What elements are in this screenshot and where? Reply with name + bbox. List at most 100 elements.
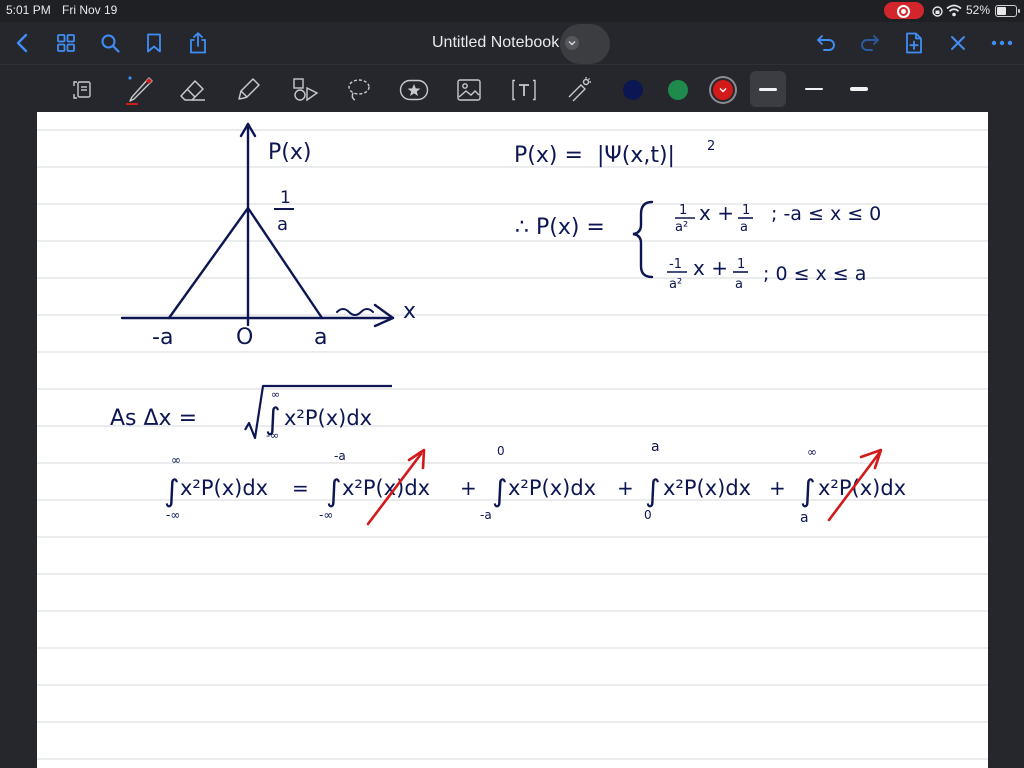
lasso-icon [348,79,370,101]
thickness-thin[interactable] [759,88,777,91]
case1-condition: ; -a ≤ x ≤ 0 [771,203,881,225]
eq1-exponent: 2 [707,139,715,154]
sticker-tool[interactable] [397,73,431,107]
svg-text:a²: a² [675,220,688,235]
svg-text:0: 0 [644,508,652,522]
graph-tick-neg-a: -a [152,325,173,350]
note-page[interactable]: P(x) x 1 a -a O a P(x) = |Ψ(x,t)| 2 ∴ P(… [37,112,988,768]
text-icon [512,79,536,101]
svg-text:-∞: -∞ [166,508,180,522]
orientation-lock-icon [932,6,943,17]
svg-text:x²P(x)dx: x²P(x)dx [818,476,906,500]
back-icon [16,33,28,53]
svg-text:-1: -1 [669,257,682,272]
svg-text:a: a [800,510,809,526]
record-icon [897,5,910,18]
svg-text:∞: ∞ [807,445,817,459]
graph-peak-denominator: a [277,214,288,235]
pen-icon [126,76,153,105]
svg-text:+: + [617,476,634,500]
add-page-button[interactable] [900,29,928,57]
laser-pointer-tool[interactable] [562,73,596,107]
bookmark-button[interactable] [140,29,168,57]
redo-button[interactable] [856,29,884,57]
svg-text:x²P(x)dx: x²P(x)dx [508,476,596,500]
integral-expansion: ∫ ∞ -∞ x²P(x)dx = ∫ -a -∞ x²P(x)dx + ∫ 0… [164,439,906,526]
search-icon [101,34,120,53]
more-button[interactable] [988,29,1016,57]
bookmark-icon [147,33,161,53]
battery-percent: 52% [966,3,991,17]
status-time: 5:01 PM [6,3,51,17]
pen-tool[interactable] [123,73,157,107]
notebook-title-menu[interactable]: Untitled Notebook [432,32,580,54]
shapes-tool[interactable] [288,73,322,107]
svg-text:a²: a² [669,277,682,292]
more-icon [991,40,1013,46]
eraser-icon [180,80,205,101]
eraser-tool[interactable] [176,73,210,107]
graph-x-label: x [403,299,416,324]
svg-text:∫: ∫ [326,474,342,509]
svg-text:-a: -a [334,449,346,463]
piecewise-brace [632,200,654,279]
close-icon [951,36,965,50]
navigation-bar: Untitled Notebook [0,22,1024,64]
image-icon [457,79,481,101]
svg-text:a: a [735,277,743,292]
dx-lower-limit: -∞ [266,429,279,442]
undo-icon [817,35,835,51]
share-icon [190,32,206,54]
thickness-medium[interactable] [805,88,823,90]
graph-tick-zero: O [236,325,253,350]
highlighter-tool[interactable] [232,73,266,107]
color-swatch-green[interactable] [668,80,688,100]
sticker-icon [399,79,429,101]
thickness-thick[interactable] [850,87,868,91]
scan-icon [73,81,91,99]
svg-text:-a: -a [480,508,492,522]
close-button[interactable] [944,29,972,57]
eq1-lhs: P(x) = [514,143,583,168]
svg-text:x +: x + [699,201,734,225]
color-swatch-navy[interactable] [623,80,643,100]
svg-text:∞: ∞ [171,453,181,467]
text-tool[interactable] [507,73,541,107]
undo-button[interactable] [812,29,840,57]
screen-recording-indicator[interactable] [884,2,924,19]
svg-text:1: 1 [737,257,745,272]
status-date: Fri Nov 19 [62,3,118,17]
wifi-icon [946,4,962,17]
triangle-distribution-curve [167,206,324,320]
svg-text:-∞: -∞ [319,508,333,522]
svg-text:1: 1 [679,203,687,218]
shapes-icon [293,78,319,102]
share-button[interactable] [184,29,212,57]
graph-x-arrow [373,303,395,328]
graph-tick-a: a [314,325,327,350]
search-button[interactable] [96,29,124,57]
svg-text:∫: ∫ [800,474,816,509]
eq1-rhs: |Ψ(x,t)| [597,143,675,168]
svg-text:0: 0 [497,444,505,458]
chevron-down-icon [719,88,727,93]
grid-icon [57,34,75,52]
back-button[interactable] [8,29,36,57]
svg-text:∫: ∫ [164,474,180,509]
image-tool[interactable] [452,73,486,107]
highlighter-icon [238,78,260,100]
scan-tool[interactable] [66,73,100,107]
chevron-down-icon [565,36,580,50]
svg-text:+: + [769,476,786,500]
svg-text:+: + [460,476,477,500]
lasso-tool[interactable] [342,73,376,107]
svg-text:a: a [651,439,660,455]
thumbnails-button[interactable] [52,29,80,57]
color-swatch-red[interactable] [713,80,733,100]
case2-condition: ; 0 ≤ x ≤ a [763,263,866,285]
svg-text:∫: ∫ [645,474,661,509]
svg-text:x²P(x)dx: x²P(x)dx [180,476,268,500]
svg-text:a: a [740,220,748,235]
redo-icon [861,35,879,51]
battery-icon [995,5,1020,17]
